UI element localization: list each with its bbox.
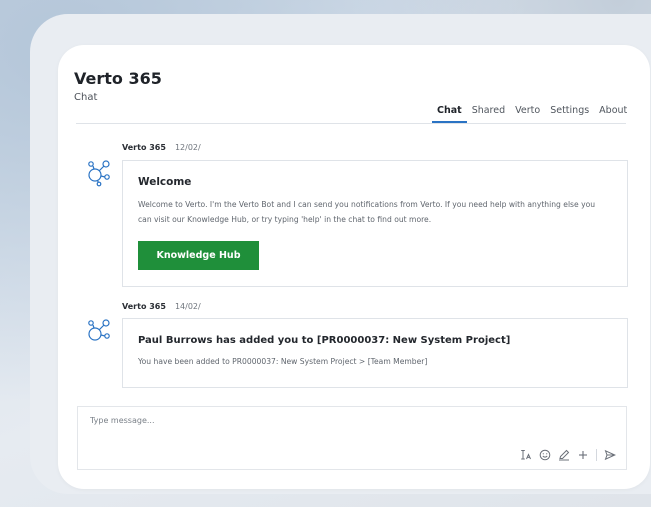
knowledge-hub-button[interactable]: Knowledge Hub	[138, 241, 259, 270]
message-date: 14/02/	[174, 302, 201, 311]
message-title: Welcome	[138, 176, 192, 188]
message-header: Verto 365 12/02/	[122, 143, 201, 152]
message-date: 12/02/	[174, 143, 201, 152]
tab-chat[interactable]: Chat	[432, 101, 467, 123]
message-composer	[77, 406, 627, 470]
message-body: Welcome to Verto. I'm the Verto Bot and …	[138, 200, 596, 224]
text-format-icon[interactable]	[520, 449, 532, 461]
pencil-icon[interactable]	[558, 449, 570, 461]
message-title: Paul Burrows has added you to [PR0000037…	[138, 335, 511, 346]
message-sender: Verto 365	[122, 302, 166, 311]
tab-shared[interactable]: Shared	[467, 101, 510, 123]
app-subtitle: Chat	[74, 92, 98, 103]
tab-verto[interactable]: Verto	[510, 101, 545, 123]
tab-divider	[76, 123, 626, 124]
emoji-icon[interactable]	[539, 449, 551, 461]
message-body: You have been added to PR0000037: New Sy…	[138, 357, 428, 366]
app-title: Verto 365	[74, 69, 162, 88]
bot-avatar-icon	[88, 319, 110, 341]
tab-about[interactable]: About	[594, 101, 632, 123]
message-header: Verto 365 14/02/	[122, 302, 201, 311]
chat-card: Verto 365 Chat Chat Shared Verto Setting…	[58, 45, 650, 489]
message-card: Welcome Welcome to Verto. I'm the Verto …	[122, 160, 628, 287]
composer-toolbar	[520, 449, 616, 461]
tab-bar: Chat Shared Verto Settings About	[432, 101, 632, 123]
message-input[interactable]	[88, 415, 592, 426]
toolbar-divider	[596, 449, 597, 461]
bot-avatar-icon	[88, 160, 110, 187]
tab-settings[interactable]: Settings	[545, 101, 594, 123]
send-icon[interactable]	[604, 449, 616, 461]
message-card: Paul Burrows has added you to [PR0000037…	[122, 318, 628, 388]
message-sender: Verto 365	[122, 143, 166, 152]
plus-icon[interactable]	[577, 449, 589, 461]
